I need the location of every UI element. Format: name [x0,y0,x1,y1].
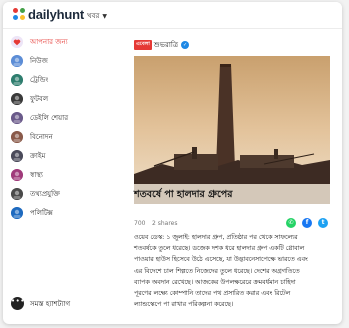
sidebar-item-label: ডেইলি শেয়ার [30,113,69,122]
view-count: 700 [134,220,146,227]
facebook-icon[interactable]: f [302,218,312,228]
more-dots-icon: ••• [11,297,24,310]
trending-icon [11,73,23,86]
sidebar-item-label: ফুটবল [30,94,49,103]
article-source[interactable]: এবেলা শুভরাত্রি ✓ [134,39,190,51]
sidebar-item-news[interactable]: নিউজ [11,51,123,70]
sidebar-item-label: পলিটিক্স [30,208,53,217]
crime-icon [11,149,23,162]
sidebar-item-politics[interactable]: পলিটিক্স [11,203,123,222]
article-body-line: পাওয়ার হাউস হিসেবে উঠে এসেছে, যা উদ্ভাব… [134,256,308,264]
source-badge: এবেলা [134,40,152,50]
sidebar-item-label: তথ্যপ্রযুক্তি [30,189,60,198]
article-body: ওয়েব ডেস্ক: ১ জুলাই: হালদার গ্রুপ, প্রত… [134,232,332,310]
language-label: খবর [87,12,100,20]
news-icon [11,54,23,67]
factory-chimney-photo [134,56,330,204]
source-name: শুভরাত্রি [153,41,179,49]
health-icon [11,168,23,181]
politics-icon [11,206,23,219]
sidebar-item-trending[interactable]: ট্রেন্ডিং [11,70,123,89]
daily-share-icon [11,111,23,124]
for-you-icon [11,35,23,48]
article-body-line: এর বিদেশে চাল শিল্পতে নিজেদের তুলে ধরেছে… [134,267,300,275]
article-body-line: ব্যাপক অবদান রেখেছে। আজকের উপলক্ষরেরে ক্… [134,278,296,286]
sidebar-item-technology[interactable]: তথ্যপ্রযুক্তি [11,184,123,203]
dailyhunt-logo[interactable]: dailyhunt [13,7,84,22]
twitter-icon[interactable]: t [318,218,328,228]
article-body-line: পূরণের লক্ষ্যে কোম্পানি তাদের পথ প্রসারি… [134,290,291,298]
article-headline[interactable]: শতবর্ষে পা হালদার গ্রুপের [134,188,330,203]
whatsapp-icon[interactable]: ✆ [286,218,296,228]
sidebar-item-label: বিনোদন [30,132,53,141]
technology-icon [11,187,23,200]
chevron-down-icon: ▼ [102,12,107,20]
article-meta: 700 2 shares ✆ f t [134,218,330,230]
sidebar-item-crime[interactable]: ক্রাইম [11,146,123,165]
app-frame: dailyhunt খবর ▼ আপনার জন্য নিউজ ট্রেন্ডিং ফ… [3,2,342,324]
article-body-line: ওয়েব ডেস্ক: ১ জুলাই: হালদার গ্রুপ, প্রত… [134,234,298,241]
sidebar-item-label: ক্রাইম [30,151,46,160]
all-hashtags-label: সমস্ত হ্যাশট্যাগ [30,299,71,308]
share-count: 2 shares [152,220,178,227]
all-hashtags-link[interactable]: ••• সমস্ত হ্যাশট্যাগ [11,297,70,310]
sidebar-item-label: নিউজ [30,56,48,65]
sidebar-item-label: আপনার জন্য [30,37,68,46]
sidebar: আপনার জন্য নিউজ ট্রেন্ডিং ফুটবল ডেইলি শেয়ার… [11,32,123,222]
football-icon [11,92,23,105]
sidebar-item-football[interactable]: ফুটবল [11,89,123,108]
article-body-line: ল্যান্ডস্কেপে পা রাখার পরিকল্পনা করেছে। [134,301,234,309]
sidebar-item-entertainment[interactable]: বিনোদন [11,127,123,146]
verified-check-icon: ✓ [181,41,190,49]
article-hero-image[interactable] [134,56,330,204]
logo-mark-icon [13,8,26,21]
sidebar-item-daily-share[interactable]: ডেইলি শেয়ার [11,108,123,127]
entertainment-icon [11,130,23,143]
sidebar-item-label: স্বাস্থ্য [30,170,43,179]
sidebar-item-for-you[interactable]: আপনার জন্য [11,32,123,51]
article-body-line: শতবর্ষকে তুলে ধরেছে। ডজেক দশক ধরে হালদার… [134,245,305,253]
logo-text: dailyhunt [28,7,84,22]
sidebar-item-health[interactable]: স্বাস্থ্য [11,165,123,184]
top-bar: dailyhunt খবর ▼ [3,2,342,29]
language-selector[interactable]: খবর ▼ [87,10,107,22]
sidebar-item-label: ট্রেন্ডিং [30,75,49,84]
